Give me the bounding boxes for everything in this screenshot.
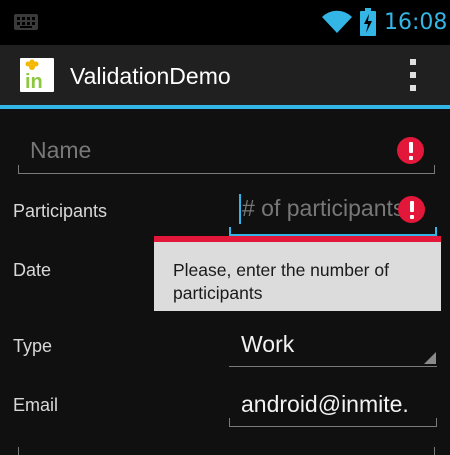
app-logo: in <box>20 58 54 93</box>
svg-text:in: in <box>25 71 43 92</box>
status-bar: 16:08 <box>0 0 450 45</box>
participants-error-icon[interactable] <box>398 196 425 223</box>
text-cursor <box>239 194 241 224</box>
name-error-icon[interactable] <box>397 137 424 164</box>
overflow-menu-icon[interactable] <box>405 59 421 93</box>
keyboard-icon <box>14 14 38 30</box>
participants-input-underline <box>229 227 437 236</box>
email-input[interactable]: android@inmite. <box>241 391 435 418</box>
action-bar-divider <box>0 105 450 109</box>
next-field-edge <box>18 447 19 455</box>
type-spinner[interactable]: Work <box>241 331 421 358</box>
app-title: ValidationDemo <box>70 63 231 89</box>
participants-input[interactable]: # of participants <box>242 195 402 222</box>
error-popup-message: Please, enter the number of participants <box>173 260 389 303</box>
next-field-edge-right <box>434 447 435 455</box>
wifi-icon <box>322 10 352 34</box>
name-input[interactable]: Name <box>30 137 390 164</box>
participants-label: Participants <box>13 201 108 221</box>
email-label: Email <box>13 395 59 415</box>
type-spinner-underline <box>229 366 437 367</box>
action-bar: in ValidationDemo <box>0 45 450 105</box>
type-label: Type <box>13 336 53 356</box>
name-input-underline <box>18 165 435 174</box>
spinner-dropdown-icon <box>424 352 436 364</box>
battery-charging-icon <box>360 8 376 36</box>
error-popup: Please, enter the number of participants <box>154 236 441 311</box>
clock: 16:08 <box>384 10 448 35</box>
date-label: Date <box>13 260 52 280</box>
email-input-underline <box>229 418 437 427</box>
